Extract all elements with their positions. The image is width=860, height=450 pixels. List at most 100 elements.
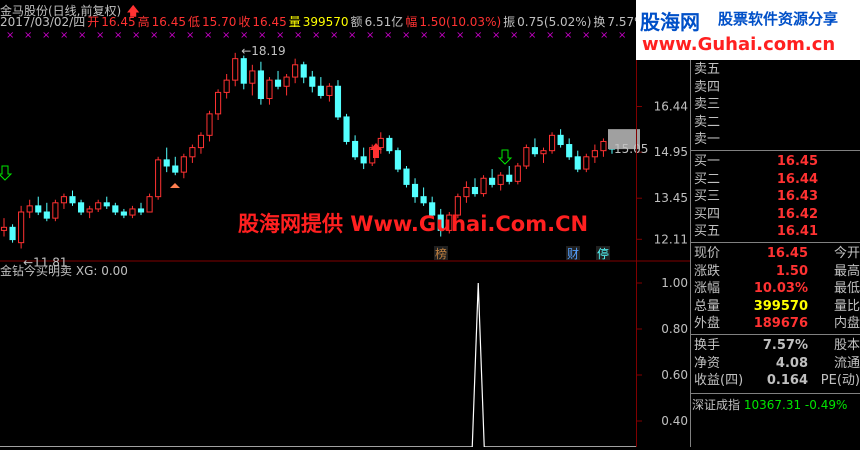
range-label: 幅	[405, 15, 418, 29]
bid-row-4-label: 买四	[694, 206, 721, 222]
candle-body	[300, 64, 307, 78]
ask-row-5[interactable]: 卖五	[694, 60, 860, 79]
stat2-row-2-label2: PE(动)	[820, 373, 860, 389]
quote-date: 2017/03/02/四	[0, 15, 86, 29]
candle-body	[266, 79, 273, 100]
stat2-row-0-label: 换手	[694, 338, 721, 353]
stat-row-3-value: 399570	[753, 298, 808, 314]
stat2-row-1[interactable]: 净资 4.08 流通	[694, 354, 860, 373]
stat-row-3-label: 总量	[694, 298, 721, 314]
candle-body	[60, 196, 68, 204]
price-axis-label: 12.11	[654, 232, 688, 246]
indicator-value: XG: 0.00	[75, 264, 128, 278]
candle-body	[411, 183, 419, 198]
signal-x-mark: ×	[618, 30, 626, 41]
signal-x-mark: ×	[204, 30, 212, 41]
amt-value: 6.51亿	[364, 15, 404, 29]
candle-body	[274, 79, 282, 87]
last-price-label: 15.05	[614, 142, 648, 156]
candle-body	[35, 205, 42, 213]
candle-body	[197, 134, 205, 149]
ask-row-2-label: 卖二	[694, 114, 721, 130]
indicator-axis-label: 0.60	[661, 368, 688, 382]
bid-row-1[interactable]: 买一 16.45	[694, 152, 860, 171]
turn-label: 换	[593, 15, 606, 29]
candle-body	[163, 159, 170, 167]
signal-x-mark: ×	[564, 30, 572, 41]
candle-body	[377, 137, 384, 149]
bid-row-5[interactable]: 买五 16.41	[694, 222, 860, 241]
signal-x-mark: ×	[330, 30, 338, 41]
candle-body	[257, 70, 264, 100]
candle-body	[223, 79, 230, 93]
candle-body	[180, 156, 187, 173]
stat-row-4-value: 189676	[753, 316, 808, 332]
stat2-row-2-value: 0.164	[766, 373, 808, 389]
stat2-row-1-label: 净资	[694, 355, 721, 371]
bid-row-4[interactable]: 买四 16.42	[694, 205, 860, 224]
bid-row-4-value: 16.42	[776, 206, 818, 222]
open-label: 开	[87, 15, 100, 29]
stat-row-2[interactable]: 涨幅 10.03% 最低	[694, 279, 860, 298]
candle-body	[326, 85, 333, 96]
candle-body	[334, 85, 342, 118]
green-down-arrow-icon	[497, 149, 513, 165]
bid-row-2[interactable]: 买二 16.44	[694, 170, 860, 189]
stat-row-1-label2: 最高	[833, 263, 860, 279]
ask-row-3[interactable]: 卖三	[694, 95, 860, 114]
candle-body	[120, 211, 127, 216]
ask-row-4[interactable]: 卖四	[694, 78, 860, 97]
amp-value: 0.75(5.02%)	[517, 15, 592, 29]
candle-body	[523, 147, 530, 167]
candle-body	[506, 174, 513, 182]
signal-x-mark: ×	[240, 30, 248, 41]
candle-body	[583, 156, 590, 170]
stat2-row-1-value: 4.08	[775, 355, 808, 371]
price-axis-label: 13.45	[654, 191, 688, 205]
stat-row-2-value: 10.03%	[753, 281, 808, 297]
candle-body	[155, 159, 162, 198]
divider	[690, 242, 860, 243]
signal-x-mark: ×	[510, 30, 518, 41]
stat-row-3-label2: 量比	[833, 298, 860, 314]
indicator-axis-label: 1.00	[661, 276, 688, 290]
signal-x-mark: ×	[276, 30, 284, 41]
candle-body	[317, 85, 324, 96]
ask-row-3-label: 卖三	[694, 97, 721, 113]
signal-x-mark: ×	[114, 30, 122, 41]
stat2-row-0[interactable]: 换手 7.57% 股本	[694, 336, 860, 355]
stat-row-0[interactable]: 现价 16.45 今开	[694, 244, 860, 263]
ask-row-1-label: 卖一	[694, 132, 721, 148]
signal-x-mark: ×	[600, 30, 608, 41]
signal-x-mark: ×	[150, 30, 158, 41]
stat-row-1[interactable]: 涨跌 1.50 最高	[694, 262, 860, 281]
price-axis-label: 14.95	[654, 145, 688, 159]
candle-body	[78, 202, 85, 213]
order-book-panel: 卖五 卖四 卖三 卖二卖一买一 16.45 买二 16.44 买三 16.43 买四 16.42 买五…	[690, 0, 860, 447]
candle-body	[420, 196, 427, 204]
divider	[690, 334, 860, 335]
candle-body	[206, 113, 213, 136]
candle-body	[146, 196, 153, 213]
index-ticker[interactable]: 深证成指 10367.31 -0.49%	[692, 396, 858, 414]
signal-x-mark: ×	[6, 30, 14, 41]
divider	[690, 392, 860, 394]
signal-x-mark: ×	[168, 30, 176, 41]
stat2-row-2[interactable]: 收益(四) 0.164 PE(动)	[694, 371, 860, 390]
stat2-row-2-label: 收益(四)	[694, 373, 744, 389]
peak-price-label: ←18.19	[241, 44, 285, 58]
stat-row-4[interactable]: 外盘 189676 内盘	[694, 314, 860, 333]
index-value: 10367.31	[740, 397, 802, 412]
watermark-text: 股海网提供 Www.Guhai.Com.CN	[238, 212, 589, 236]
bid-row-3[interactable]: 买三 16.43	[694, 187, 860, 206]
signal-x-mark: ×	[42, 30, 50, 41]
candle-body	[591, 150, 598, 158]
signal-x-mark: ×	[492, 30, 500, 41]
candle-body	[352, 140, 359, 158]
bid-row-1-label: 买一	[694, 154, 721, 169]
candle-body	[9, 226, 16, 241]
ask-row-1[interactable]: 卖一	[694, 130, 860, 149]
stat-row-3[interactable]: 总量 399570 量比	[694, 297, 860, 316]
ask-row-2[interactable]: 卖二	[694, 113, 860, 132]
bid-row-3-label: 买三	[694, 189, 721, 205]
